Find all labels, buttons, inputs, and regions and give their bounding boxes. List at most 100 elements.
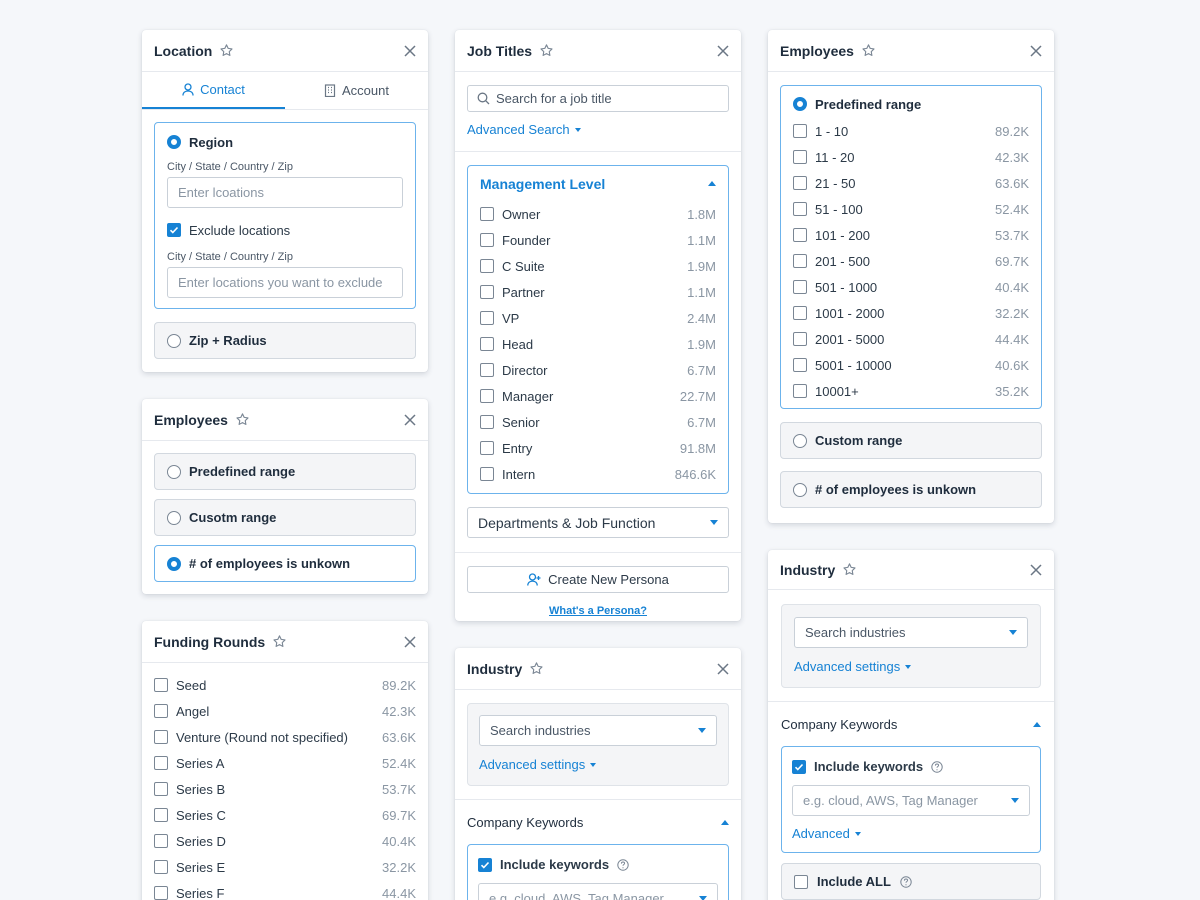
list-item[interactable]: Head 1.9M (480, 331, 716, 357)
checkbox[interactable] (793, 358, 807, 372)
tab-account[interactable]: Account (285, 72, 428, 109)
checkbox[interactable] (793, 150, 807, 164)
unknown-employees-option[interactable]: # of employees is unkown (154, 545, 416, 582)
company-keywords-header[interactable]: Company Keywords (768, 702, 1054, 746)
checkbox[interactable] (154, 730, 168, 744)
list-item[interactable]: Founder 1.1M (480, 227, 716, 253)
include-keywords-checkbox[interactable] (478, 857, 492, 872)
management-level-header[interactable]: Management Level (480, 166, 716, 201)
list-item[interactable]: 501 - 1000 40.4K (793, 274, 1029, 300)
checkbox[interactable] (793, 280, 807, 294)
keywords-dropdown[interactable]: e.g. cloud, AWS, Tag Manager (478, 883, 718, 900)
checkbox[interactable] (480, 389, 494, 403)
list-item[interactable]: VP 2.4M (480, 305, 716, 331)
checkbox[interactable] (793, 228, 807, 242)
radio[interactable] (793, 433, 807, 448)
checkbox[interactable] (480, 467, 494, 481)
list-item[interactable]: 51 - 100 52.4K (793, 196, 1029, 222)
star-icon[interactable] (219, 43, 234, 58)
star-icon[interactable] (235, 412, 250, 427)
radio[interactable] (167, 464, 181, 479)
custom-range-option[interactable]: Custom range (780, 422, 1042, 459)
list-item[interactable]: 1001 - 2000 32.2K (793, 300, 1029, 326)
checkbox[interactable] (154, 834, 168, 848)
list-item[interactable]: Director 6.7M (480, 357, 716, 383)
checkbox[interactable] (154, 756, 168, 770)
checkbox[interactable] (154, 704, 168, 718)
star-icon[interactable] (842, 562, 857, 577)
checkbox[interactable] (793, 254, 807, 268)
chevron-up-icon[interactable] (721, 819, 729, 825)
radio-selected[interactable] (167, 556, 181, 571)
checkbox[interactable] (480, 207, 494, 221)
list-item[interactable]: Angel 42.3K (154, 698, 416, 724)
predefined-range-option[interactable]: Predefined range (154, 453, 416, 490)
include-all-option[interactable]: Include ALL (781, 863, 1041, 900)
job-title-search[interactable]: Search for a job title (467, 85, 729, 112)
departments-dropdown[interactable]: Departments & Job Function (467, 507, 729, 538)
checkbox[interactable] (793, 124, 807, 138)
checkbox[interactable] (480, 441, 494, 455)
list-item[interactable]: Partner 1.1M (480, 279, 716, 305)
include-keywords-row[interactable]: Include keywords (792, 758, 1030, 775)
list-item[interactable]: 21 - 50 63.6K (793, 170, 1029, 196)
region-radio-row[interactable]: Region (167, 133, 403, 151)
list-item[interactable]: Series B 53.7K (154, 776, 416, 802)
radio-selected[interactable] (793, 97, 807, 111)
list-item[interactable]: Seed 89.2K (154, 672, 416, 698)
zip-radius-option[interactable]: Zip + Radius (154, 322, 416, 359)
advanced-settings-link[interactable]: Advanced settings (794, 659, 912, 674)
checkbox[interactable] (480, 415, 494, 429)
industry-search-dropdown[interactable]: Search industries (479, 715, 717, 746)
list-item[interactable]: Manager 22.7M (480, 383, 716, 409)
list-item[interactable]: 2001 - 5000 44.4K (793, 326, 1029, 352)
checkbox[interactable] (793, 306, 807, 320)
radio[interactable] (167, 510, 181, 525)
star-icon[interactable] (272, 634, 287, 649)
keywords-dropdown[interactable]: e.g. cloud, AWS, Tag Manager (792, 785, 1030, 816)
close-icon[interactable] (1030, 44, 1042, 57)
chevron-up-icon[interactable] (1033, 721, 1041, 727)
list-item[interactable]: C Suite 1.9M (480, 253, 716, 279)
close-icon[interactable] (404, 44, 416, 57)
predefined-range-row[interactable]: Predefined range (793, 96, 1029, 112)
list-item[interactable]: Series C 69.7K (154, 802, 416, 828)
checkbox[interactable] (480, 337, 494, 351)
whats-persona-link[interactable]: What's a Persona? (549, 605, 647, 617)
star-icon[interactable] (529, 661, 544, 676)
star-icon[interactable] (539, 43, 554, 58)
help-icon[interactable] (900, 875, 912, 888)
include-keywords-checkbox[interactable] (792, 759, 806, 774)
advanced-link[interactable]: Advanced (792, 826, 861, 841)
list-item[interactable]: Series F 44.4K (154, 880, 416, 900)
include-all-checkbox[interactable] (794, 874, 808, 889)
tab-contact[interactable]: Contact (142, 72, 285, 109)
list-item[interactable]: Series A 52.4K (154, 750, 416, 776)
checkbox[interactable] (480, 311, 494, 325)
radio-selected[interactable] (167, 135, 181, 149)
checkbox[interactable] (793, 384, 807, 398)
close-icon[interactable] (717, 662, 729, 675)
chevron-up-icon[interactable] (708, 181, 716, 186)
close-icon[interactable] (404, 413, 416, 426)
checkbox[interactable] (480, 363, 494, 377)
checkbox[interactable] (793, 202, 807, 216)
list-item[interactable]: Senior 6.7M (480, 409, 716, 435)
list-item[interactable]: 11 - 20 42.3K (793, 144, 1029, 170)
list-item[interactable]: 101 - 200 53.7K (793, 222, 1029, 248)
checkbox[interactable] (480, 285, 494, 299)
company-keywords-header[interactable]: Company Keywords (455, 800, 741, 844)
help-icon[interactable] (931, 760, 943, 773)
list-item[interactable]: Venture (Round not specified) 63.6K (154, 724, 416, 750)
list-item[interactable]: 1 - 10 89.2K (793, 118, 1029, 144)
checkbox[interactable] (154, 886, 168, 900)
exclude-input[interactable]: Enter locations you want to exclude (167, 267, 403, 298)
industry-search-dropdown[interactable]: Search industries (794, 617, 1028, 648)
close-icon[interactable] (717, 44, 729, 57)
create-persona-button[interactable]: Create New Persona (467, 566, 729, 593)
checkbox[interactable] (480, 233, 494, 247)
list-item[interactable]: 5001 - 10000 40.6K (793, 352, 1029, 378)
advanced-settings-link[interactable]: Advanced settings (479, 757, 597, 772)
close-icon[interactable] (404, 635, 416, 648)
close-icon[interactable] (1030, 563, 1042, 576)
